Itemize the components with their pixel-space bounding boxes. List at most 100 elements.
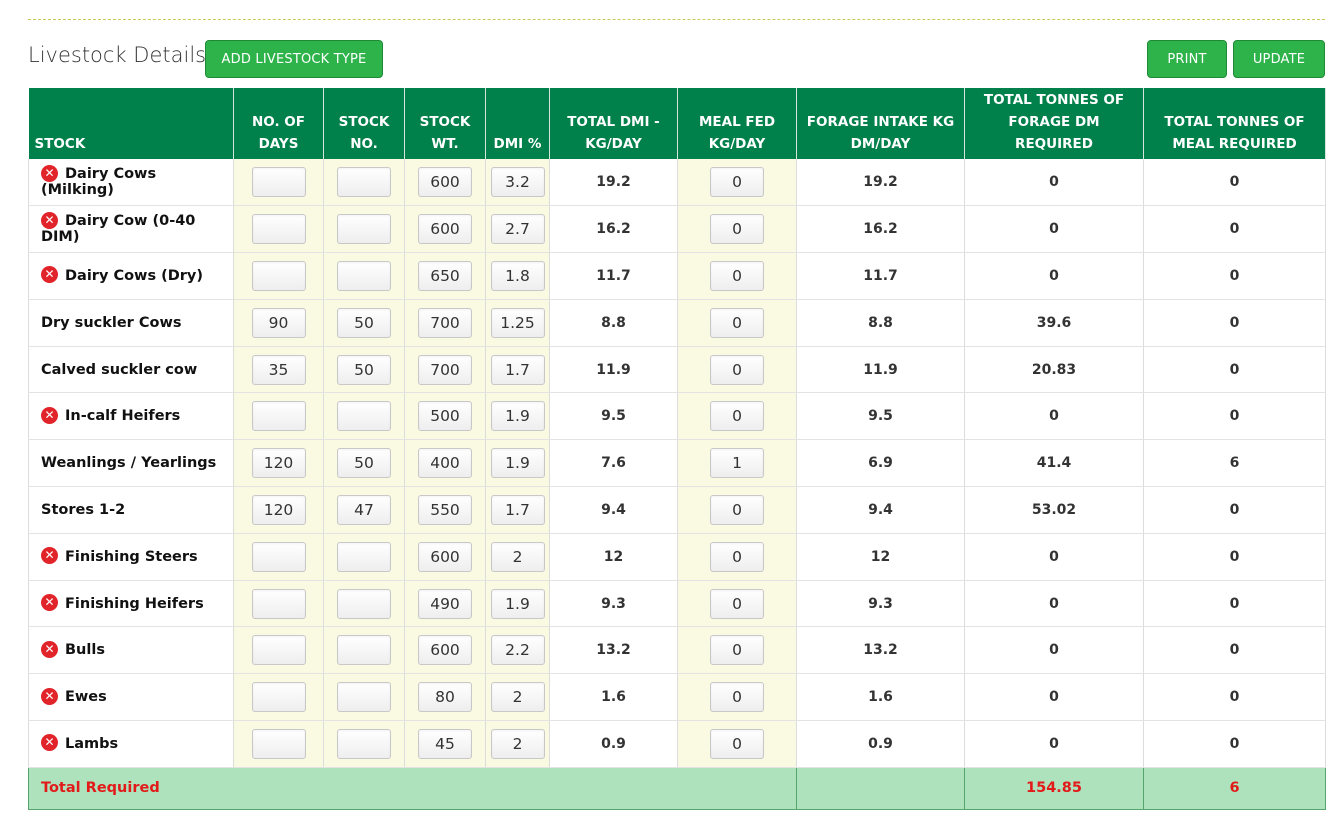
days-input[interactable] [251, 448, 306, 479]
remove-icon[interactable]: ✕ [41, 211, 58, 229]
remove-icon[interactable]: ✕ [41, 687, 58, 705]
meal-fed-input[interactable] [710, 635, 764, 666]
stock-wt-input[interactable] [418, 682, 472, 713]
stock-cell: ✕ In-calf Heifers [28, 392, 234, 441]
dmi-pct-cell [485, 346, 550, 394]
stock-wt-input[interactable] [418, 588, 472, 619]
remove-icon[interactable]: ✕ [41, 164, 58, 182]
days-input[interactable] [251, 541, 306, 572]
stock-wt-cell [404, 252, 486, 300]
days-cell [233, 392, 324, 441]
update-button[interactable]: UPDATE [1233, 40, 1325, 78]
dmi-pct-input[interactable] [490, 260, 545, 291]
days-input[interactable] [251, 214, 306, 245]
stock-no-input[interactable] [337, 448, 391, 479]
days-input[interactable] [251, 354, 306, 385]
days-input[interactable] [251, 588, 306, 619]
stock-no-input[interactable] [337, 728, 391, 759]
dmi-pct-input[interactable] [490, 354, 545, 385]
stock-no-input[interactable] [337, 307, 391, 338]
meal-fed-input[interactable] [710, 541, 764, 572]
stock-wt-input[interactable] [418, 354, 472, 385]
meal-fed-input[interactable] [710, 728, 764, 759]
dmi-pct-input[interactable] [490, 588, 545, 619]
stock-no-input[interactable] [337, 401, 391, 432]
dmi-pct-input[interactable] [490, 635, 545, 666]
meal-fed-input[interactable] [710, 682, 764, 713]
remove-icon[interactable]: ✕ [41, 734, 58, 752]
stock-wt-input[interactable] [418, 541, 472, 572]
days-input[interactable] [251, 494, 306, 525]
stock-wt-cell [404, 486, 486, 534]
dmi-pct-input[interactable] [490, 401, 545, 432]
stock-wt-input[interactable] [418, 260, 472, 291]
stock-wt-input[interactable] [418, 448, 472, 479]
meal-fed-cell [677, 252, 797, 300]
meal-fed-input[interactable] [710, 448, 764, 479]
meal-fed-input[interactable] [710, 214, 764, 245]
dmi-pct-cell [485, 159, 550, 207]
days-input[interactable] [251, 682, 306, 713]
stock-no-input[interactable] [337, 635, 391, 666]
meal-fed-cell [677, 673, 797, 722]
add-livestock-type-button[interactable]: ADD LIVESTOCK TYPE [205, 40, 383, 78]
remove-icon[interactable]: ✕ [41, 266, 58, 284]
days-input[interactable] [251, 307, 306, 338]
dmi-pct-input[interactable] [490, 307, 545, 338]
dmi-pct-input[interactable] [490, 541, 545, 572]
stock-wt-input[interactable] [418, 167, 472, 198]
stock-no-input[interactable] [337, 214, 391, 245]
stock-name: In-calf Heifers [65, 408, 181, 425]
stock-no-input[interactable] [337, 494, 391, 525]
dmi-pct-input[interactable] [490, 214, 545, 245]
meal-fed-input[interactable] [710, 307, 764, 338]
days-input[interactable] [251, 260, 306, 291]
meal-fed-input[interactable] [710, 494, 764, 525]
header-stock-wt: STOCK WT. [404, 88, 486, 159]
stock-no-input[interactable] [337, 541, 391, 572]
stock-no-cell [323, 720, 405, 768]
table-row: ✕Bulls13.213.200 [28, 626, 1326, 675]
remove-icon[interactable]: ✕ [41, 594, 58, 612]
meal-fed-input[interactable] [710, 260, 764, 291]
stock-name: Stores 1-2 [41, 501, 126, 518]
tonnes-forage: 20.83 [964, 346, 1144, 394]
total-dmi: 0.9 [549, 720, 678, 768]
print-button[interactable]: PRINT [1147, 40, 1227, 78]
days-input[interactable] [251, 635, 306, 666]
dmi-pct-input[interactable] [490, 494, 545, 525]
meal-fed-input[interactable] [710, 401, 764, 432]
dmi-pct-input[interactable] [490, 167, 545, 198]
dmi-pct-input[interactable] [490, 448, 545, 479]
remove-icon[interactable]: ✕ [41, 640, 58, 658]
dmi-pct-input[interactable] [490, 682, 545, 713]
stock-no-input[interactable] [337, 682, 391, 713]
meal-fed-input[interactable] [710, 167, 764, 198]
stock-no-input[interactable] [337, 354, 391, 385]
stock-wt-cell [404, 626, 486, 675]
stock-no-input[interactable] [337, 260, 391, 291]
meal-fed-input[interactable] [710, 588, 764, 619]
days-cell [233, 299, 324, 347]
stock-wt-input[interactable] [418, 635, 472, 666]
dmi-pct-cell [485, 439, 550, 488]
days-input[interactable] [251, 167, 306, 198]
days-input[interactable] [251, 728, 306, 759]
stock-no-cell [323, 392, 405, 441]
remove-icon[interactable]: ✕ [41, 406, 58, 424]
stock-wt-input[interactable] [418, 214, 472, 245]
dmi-pct-cell [485, 673, 550, 722]
stock-cell: ✕ Lambs [28, 720, 234, 768]
tonnes-meal: 0 [1143, 346, 1326, 394]
stock-wt-input[interactable] [418, 307, 472, 338]
days-input[interactable] [251, 401, 306, 432]
meal-fed-input[interactable] [710, 354, 764, 385]
stock-wt-input[interactable] [418, 401, 472, 432]
stock-cell: Calved suckler cow [28, 346, 234, 394]
remove-icon[interactable]: ✕ [41, 547, 58, 565]
stock-wt-input[interactable] [418, 494, 472, 525]
stock-no-input[interactable] [337, 167, 391, 198]
stock-wt-input[interactable] [418, 728, 472, 759]
stock-no-input[interactable] [337, 588, 391, 619]
dmi-pct-input[interactable] [490, 728, 545, 759]
